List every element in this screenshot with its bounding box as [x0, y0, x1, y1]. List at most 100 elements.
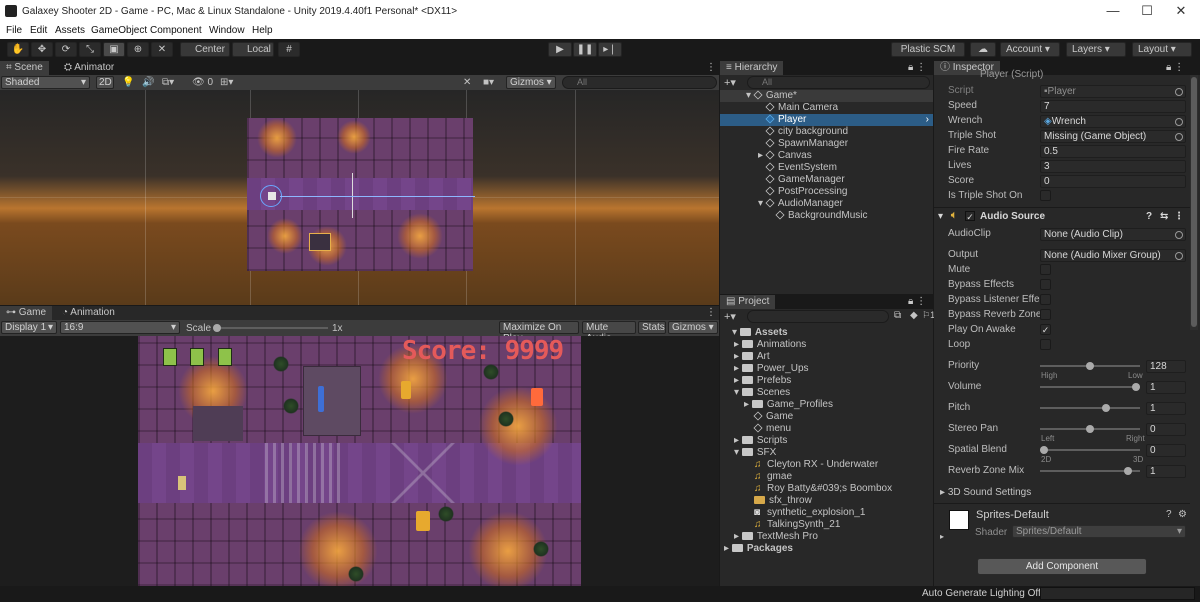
loop-checkbox[interactable] [1040, 339, 1051, 350]
stereo-pan-input[interactable]: 0 [1146, 423, 1186, 436]
audio-icon[interactable]: 🔊 [142, 77, 154, 88]
play-on-awake-checkbox[interactable]: ✓ [1040, 324, 1051, 335]
account-dropdown[interactable]: Account ▾ [1000, 42, 1060, 57]
hierarchy-item-city-background[interactable]: city background [720, 126, 933, 138]
project-folder-game-profiles[interactable]: ▸ Game_Profiles [720, 399, 933, 411]
effects-icon[interactable]: ⧉▾ [162, 77, 174, 88]
shading-mode-dropdown[interactable]: Shaded ▾ [1, 76, 90, 89]
script-field[interactable]: ▪Player [1040, 85, 1186, 98]
wrench-field[interactable]: ◈Wrench [1040, 115, 1186, 128]
tab-game[interactable]: ⊶ Game [0, 306, 53, 320]
bypass-listener-checkbox[interactable] [1040, 294, 1051, 305]
2d-mode-toggle[interactable]: 2D [96, 76, 114, 89]
project-audio-cleyton[interactable]: ♫ Cleyton RX - Underwater [720, 459, 933, 471]
inspector-scrollbar-thumb[interactable] [1191, 77, 1197, 327]
bypass-effects-checkbox[interactable] [1040, 279, 1051, 290]
player-gizmo[interactable] [260, 185, 282, 207]
scene-root[interactable]: ▾ Game* [720, 90, 933, 102]
scale-tool-button[interactable]: ⤡ [79, 42, 101, 57]
tab-hierarchy[interactable]: ≡ Hierarchy [720, 61, 784, 75]
grid-snap-button[interactable]: # [278, 42, 300, 57]
project-audio-talkingsynth[interactable]: ♫ TalkingSynth_21 [720, 519, 933, 531]
triple-shot-field[interactable]: Missing (Game Object) [1040, 130, 1186, 143]
plastic-scm-button[interactable]: Plastic SCM [891, 42, 965, 57]
minimize-button[interactable]: — [1098, 3, 1128, 19]
project-folder-art[interactable]: ▸ Art [720, 351, 933, 363]
stereo-pan-slider[interactable] [1040, 425, 1140, 433]
pivot-center-button[interactable]: Center [180, 42, 230, 57]
gear-icon[interactable]: ⚙ [1178, 509, 1187, 520]
maximize-button[interactable]: ☐ [1132, 3, 1162, 19]
help-icon[interactable]: ? [1166, 509, 1172, 520]
bypass-reverb-checkbox[interactable] [1040, 309, 1051, 320]
project-folder-sfx-throw[interactable]: sfx_throw [720, 495, 933, 507]
scene-viewport[interactable] [0, 90, 719, 305]
project-lock-icon[interactable]: 🔒︎ ⋮ [902, 295, 932, 309]
layers-dropdown[interactable]: Layers ▾ [1066, 42, 1126, 57]
project-folder-prefebs[interactable]: ▸ Prefebs [720, 375, 933, 387]
hierarchy-item-backgroundmusic[interactable]: BackgroundMusic [720, 210, 933, 222]
transform-tool-button[interactable]: ⊕ [127, 42, 149, 57]
project-folder-scenes[interactable]: ▾ Scenes [720, 387, 933, 399]
game-menu-icon[interactable]: ⋮ [700, 306, 722, 320]
filter-label-icon[interactable]: ◆ [910, 310, 918, 321]
object-picker-icon[interactable] [1175, 88, 1183, 96]
rotate-tool-button[interactable]: ⟳ [55, 42, 77, 57]
inspector-scrollbar[interactable] [1190, 75, 1198, 330]
reverb-zone-mix-input[interactable]: 1 [1146, 465, 1186, 478]
priority-input[interactable]: 128 [1146, 360, 1186, 373]
spatial-blend-slider-knob[interactable] [1040, 446, 1048, 454]
hierarchy-item-main-camera[interactable]: Main Camera [720, 102, 933, 114]
layout-dropdown[interactable]: Layout ▾ [1132, 42, 1192, 57]
hidden-objects-icon[interactable]: 👁 0 [192, 77, 213, 88]
lighting-icon[interactable]: 💡 [122, 77, 134, 88]
help-icon[interactable]: ? [1146, 211, 1152, 222]
project-search-input[interactable] [747, 310, 889, 323]
hierarchy-search-input[interactable]: All [747, 76, 930, 89]
project-folder-animations[interactable]: ▸ Animations [720, 339, 933, 351]
hierarchy-lock-icon[interactable]: 🔒︎ ⋮ [902, 61, 932, 75]
menu-assets[interactable]: Assets [55, 25, 85, 36]
reverb-zone-mix-slider-knob[interactable] [1123, 467, 1132, 475]
pitch-slider[interactable] [1040, 404, 1140, 412]
project-scene-menu[interactable]: menu [720, 423, 933, 435]
spatial-blend-input[interactable]: 0 [1146, 444, 1186, 457]
add-component-button[interactable]: Add Component [977, 558, 1147, 575]
priority-slider-knob[interactable] [1086, 362, 1094, 370]
volume-slider[interactable] [1040, 383, 1140, 391]
pause-button[interactable]: ❚❚ [573, 42, 597, 57]
game-viewport[interactable]: Score: 9999 [138, 336, 581, 586]
chevron-right-icon[interactable]: ▸ [940, 532, 944, 541]
inspector-lock-icon[interactable]: 🔒︎ ⋮ [1160, 61, 1190, 75]
stereo-pan-slider-knob[interactable] [1086, 425, 1094, 433]
pivot-space-button[interactable]: Local [232, 42, 274, 57]
tab-project[interactable]: ▤ Project [720, 295, 776, 309]
project-audio-gmae[interactable]: ♫ gmae [720, 471, 933, 483]
hierarchy-item-gamemanager[interactable]: GameManager [720, 174, 933, 186]
hierarchy-item-postprocessing[interactable]: PostProcessing [720, 186, 933, 198]
mute-checkbox[interactable] [1040, 264, 1051, 275]
hierarchy-item-eventsystem[interactable]: EventSystem [720, 162, 933, 174]
output-field[interactable]: None (Audio Mixer Group) [1040, 249, 1186, 262]
audio-source-header[interactable]: ▾ 🔈︎ ✓ Audio Source ? ⇆ ⋮ [938, 210, 1188, 224]
game-gizmos-dropdown[interactable]: Gizmos ▾ [668, 321, 718, 334]
tab-scene[interactable]: ⌗ Scene [0, 61, 49, 75]
project-folder-power-ups[interactable]: ▸ Power_Ups [720, 363, 933, 375]
camera-icon[interactable]: ■▾ [483, 77, 494, 88]
project-folder-sfx[interactable]: ▾ SFX [720, 447, 933, 459]
pitch-slider-knob[interactable] [1101, 404, 1110, 412]
project-scene-game[interactable]: Game [720, 411, 933, 423]
maximize-on-play-toggle[interactable]: Maximize On Play [499, 321, 579, 344]
reverb-zone-mix-slider[interactable] [1040, 467, 1140, 475]
object-picker-icon[interactable] [1175, 118, 1183, 126]
move-tool-button[interactable]: ✥ [31, 42, 53, 57]
scale-slider-knob[interactable] [213, 324, 221, 332]
3d-sound-settings-foldout[interactable]: ▸ 3D Sound Settings [940, 487, 1031, 498]
hierarchy-item-player[interactable]: Player › [720, 114, 933, 126]
project-folder-assets[interactable]: ▾ Assets [720, 327, 933, 339]
lives-input[interactable]: 3 [1040, 160, 1186, 173]
custom-tool-button[interactable]: ✕ [151, 42, 173, 57]
is-triple-shot-on-checkbox[interactable] [1040, 190, 1051, 201]
hierarchy-item-canvas[interactable]: ▸ Canvas [720, 150, 933, 162]
project-folder-packages[interactable]: ▸ Packages [720, 543, 933, 555]
